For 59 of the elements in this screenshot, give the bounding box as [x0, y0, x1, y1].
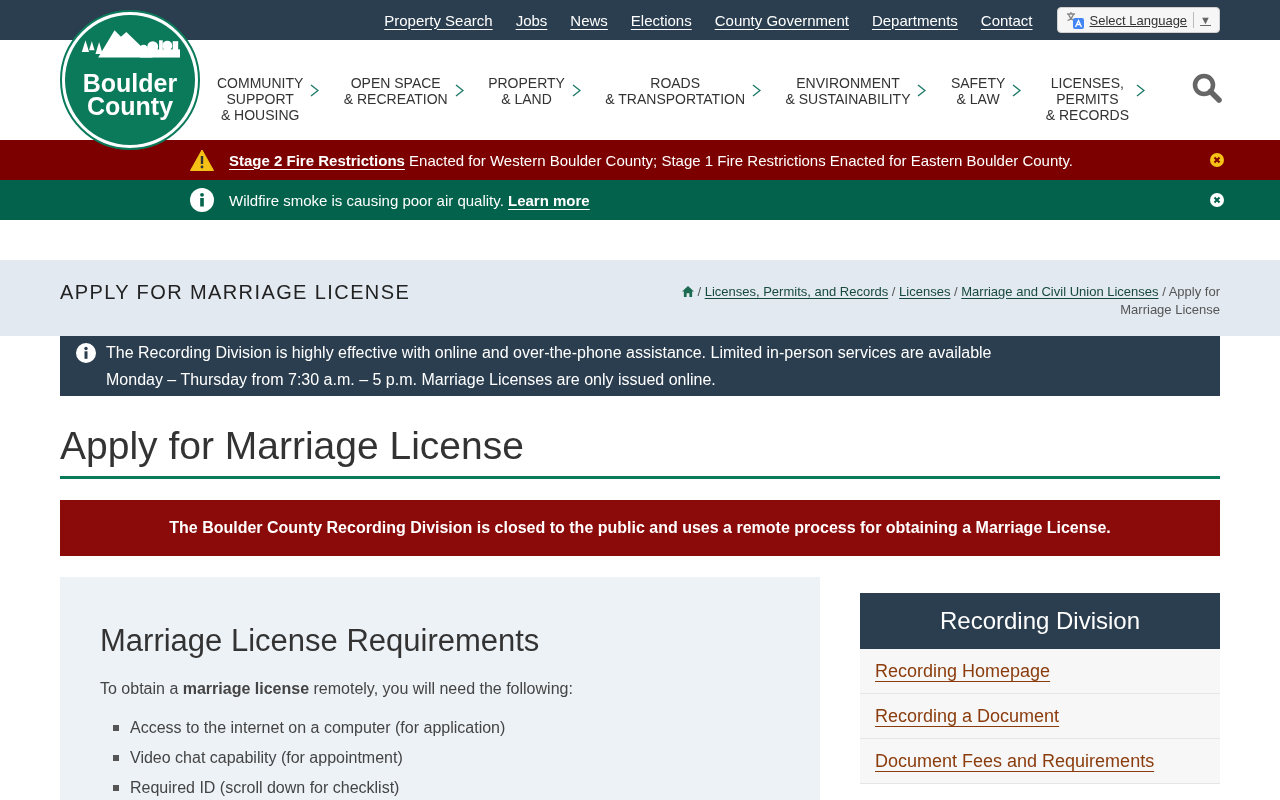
search-icon	[1192, 73, 1222, 103]
chevron-icon	[752, 84, 762, 97]
square-bullet-icon	[113, 785, 119, 791]
chevron-icon	[917, 84, 927, 97]
chevron-icon	[571, 84, 581, 97]
top-nav-link[interactable]: Departments	[871, 11, 958, 29]
top-nav-link[interactable]: Property Search	[384, 11, 493, 29]
nav-menu-item[interactable]: SAFETY & LAW	[950, 75, 1022, 123]
home-icon	[681, 286, 694, 297]
chevron-icon	[310, 84, 320, 97]
page-title: APPLY FOR MARRIAGE LICENSE	[60, 280, 411, 304]
top-nav-link[interactable]: Jobs	[515, 11, 548, 29]
language-select[interactable]: Select Language ▼	[1056, 7, 1220, 33]
info-icon	[190, 188, 214, 212]
section-heading: Marriage License Requirements	[100, 622, 541, 660]
requirement-item: Video chat capability (for appointment)	[130, 749, 403, 767]
closure-message: The Boulder County Recording Division is closed to the public and uses a remote process for obtaining a Marriage License.	[169, 519, 1111, 537]
alert-message: Wildfire smoke is causing poor air quality. Learn more	[229, 191, 591, 209]
top-nav-link[interactable]: News	[570, 11, 608, 29]
nav-menu-item[interactable]: OPEN SPACE & RECREATION	[343, 75, 464, 123]
search-button[interactable]	[1192, 73, 1222, 103]
alert-message: Stage 2 Fire Restrictions Enacted for Western Boulder County; Stage 1 Fire Restrictions Enacted for Eastern Boulder County.	[229, 151, 1075, 169]
requirement-item: Access to the internet on a computer (for application)	[130, 719, 506, 737]
chevron-icon	[454, 84, 464, 97]
mountain-skyline-icon	[80, 28, 180, 58]
nav-menu-item[interactable]: COMMUNITY SUPPORT & HOUSING	[217, 75, 320, 123]
breadcrumb-link[interactable]: Marriage and Civil Union Licenses	[961, 284, 1159, 299]
requirement-item: Required ID (scroll down for checklist)	[130, 779, 400, 797]
top-nav-link[interactable]: Contact	[980, 11, 1033, 29]
nav-menu-item[interactable]: ENVIRONMENT & SUSTAINABILITY	[785, 75, 927, 123]
breadcrumb-link[interactable]: Licenses, Permits, and Records	[704, 284, 889, 299]
breadcrumb-link[interactable]: Licenses	[899, 284, 951, 299]
close-icon	[1210, 193, 1224, 207]
sidebar-link[interactable]: Recording a Document	[875, 705, 1060, 727]
nav-menu-item[interactable]: ROADS & TRANSPORTATION	[605, 75, 762, 123]
square-bullet-icon	[113, 755, 119, 761]
close-icon	[1210, 153, 1224, 167]
notice-text: The Recording Division is highly effective with online and over-the-phone assistance. Limited in-person services are available Monday – Thursday from 7:30 a.m. – 5 p.m. Marriage Licenses are only issued online.	[106, 343, 993, 390]
chevron-icon	[1012, 84, 1022, 97]
page-heading: Apply for Marriage License	[60, 423, 525, 469]
info-icon	[76, 343, 96, 363]
translate-icon	[1065, 11, 1084, 29]
nav-menu-item[interactable]: LICENSES, PERMITS & RECORDS	[1045, 75, 1145, 123]
breadcrumb-trail: / Licenses, Permits, and Records / Licenses / Marriage and Civil Union Licenses / Apply for Marriage License	[680, 283, 1220, 319]
top-nav-link[interactable]: Elections	[630, 11, 692, 29]
sidebar-title: Recording Division	[860, 593, 1220, 649]
alert-link[interactable]: Stage 2 Fire Restrictions	[229, 151, 405, 169]
chevron-icon	[1136, 84, 1145, 97]
nav-menu-item[interactable]: PROPERTY & LAND	[488, 75, 581, 123]
close-button[interactable]	[1210, 193, 1224, 207]
alert-link[interactable]: Learn more	[508, 191, 590, 209]
sidebar-link[interactable]: Document Fees and Requirements	[875, 750, 1155, 772]
warning-icon	[190, 148, 214, 172]
square-bullet-icon	[113, 725, 119, 731]
top-nav-link[interactable]: County Government	[714, 11, 849, 29]
intro-text: To obtain a marriage license remotely, you will need the following:	[100, 679, 574, 699]
close-button[interactable]	[1210, 153, 1224, 167]
sidebar-link[interactable]: Recording Homepage	[875, 660, 1051, 682]
home-link[interactable]	[681, 284, 694, 299]
